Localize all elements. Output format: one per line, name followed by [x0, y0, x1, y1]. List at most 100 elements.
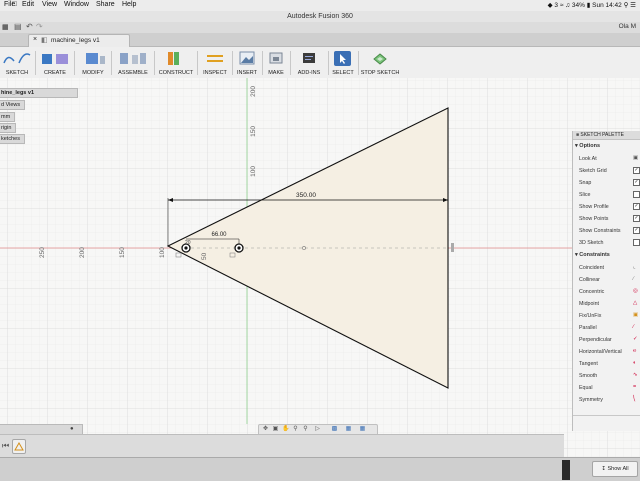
constraint-equal[interactable]: Equal	[579, 385, 593, 391]
midpoint-icon[interactable]: △	[633, 300, 639, 306]
user-name[interactable]: Ola M	[619, 23, 636, 30]
select-menu-button[interactable]: SELECT	[329, 49, 357, 76]
menu-help[interactable]: Help	[122, 1, 136, 8]
zoom-window-icon[interactable]: ⚲	[302, 426, 309, 433]
horizontal-vertical-icon[interactable]: ℮	[633, 348, 639, 354]
insert-menu-button[interactable]: INSERT	[233, 49, 261, 76]
constraint-concentric[interactable]: Concentric	[579, 289, 604, 295]
collinear-icon[interactable]: ∕	[633, 276, 639, 282]
browser-item-named-views[interactable]: d Views	[0, 100, 26, 110]
constraint-smooth[interactable]: Smooth	[579, 373, 597, 379]
inspect-menu-button[interactable]: INSPECT	[199, 49, 231, 76]
zoom-icon[interactable]: ⚲	[292, 426, 299, 433]
constraint-symmetry[interactable]: Symmetry	[579, 397, 603, 403]
toolbar-divider	[154, 51, 155, 75]
app-grid-icon[interactable]: ▦	[2, 23, 9, 31]
vertex-point[interactable]	[184, 246, 188, 250]
option-sketch-grid: Sketch Grid	[579, 168, 607, 174]
timeline-sketch-feature[interactable]	[12, 439, 26, 454]
browser-item-sketches[interactable]: ketches	[0, 134, 25, 144]
show-points-checkbox[interactable]: ✓	[633, 215, 640, 222]
lock-icon[interactable]: ▣	[633, 312, 639, 318]
construct-menu-button[interactable]: CONSTRUCT	[156, 49, 196, 76]
modify-menu-button[interactable]: MODIFY	[76, 49, 110, 76]
palette-grip-icon[interactable]: ■	[576, 132, 579, 138]
show-constraints-checkbox[interactable]: ✓	[633, 227, 640, 234]
wifi-icon[interactable]: ≈	[560, 2, 564, 9]
offset-dimension-text[interactable]: 66.00	[211, 232, 227, 238]
look-at-nav-icon[interactable]: ▣	[272, 426, 279, 433]
dropbox-icon[interactable]: ◆	[548, 2, 553, 9]
menu-view[interactable]: View	[42, 1, 57, 8]
perpendicular-icon[interactable]: ✓	[633, 336, 639, 342]
orbit-icon[interactable]: ✥	[262, 426, 269, 433]
parallel-icon[interactable]: ∕	[633, 324, 639, 330]
slice-checkbox[interactable]	[633, 191, 640, 198]
width-dimension-text[interactable]: 350.00	[296, 192, 316, 199]
close-tab-icon[interactable]: ×	[33, 36, 37, 43]
sketch-menu-button[interactable]: SKETCH	[0, 49, 34, 76]
smooth-icon[interactable]: ∿	[633, 372, 639, 378]
viewports-icon[interactable]: ▦	[359, 426, 366, 433]
undo-icon[interactable]: ↶	[26, 22, 33, 31]
panel-toggle-icon[interactable]: ●	[70, 426, 74, 432]
modify-label: MODIFY	[82, 70, 104, 76]
options-section-header[interactable]: ▾ Options	[575, 143, 600, 149]
sketch-grid-checkbox[interactable]: ✓	[633, 167, 640, 174]
snap-checkbox[interactable]: ✓	[633, 179, 640, 186]
volume-icon[interactable]: ♫	[565, 2, 570, 9]
browser-item-label: rigin	[1, 125, 12, 131]
menu-edit[interactable]: Edit	[22, 1, 34, 8]
constraint-horizontal-vertical[interactable]: Horizontal/Vertical	[579, 349, 622, 355]
scroll-handle[interactable]	[562, 460, 570, 480]
constraint-parallel[interactable]: Parallel	[579, 325, 597, 331]
grid-settings-icon[interactable]: ▦	[345, 426, 352, 433]
browser-item-origin[interactable]: rigin	[0, 123, 17, 133]
menu-share[interactable]: Share	[96, 1, 115, 8]
option-show-constraints: Show Constraints	[579, 228, 621, 234]
symmetry-icon[interactable]: ⎝	[633, 396, 639, 402]
constraint-perpendicular[interactable]: Perpendicular	[579, 337, 612, 343]
3d-sketch-checkbox[interactable]	[633, 239, 640, 246]
coincident-icon[interactable]: ⌞	[633, 264, 639, 270]
sketch-palette-header[interactable]: ■ SKETCH PALETTE	[573, 131, 640, 140]
show-all-button[interactable]: ↧ Show All	[592, 461, 638, 477]
tangent-icon[interactable]: ◐	[633, 360, 639, 366]
fit-view-icon[interactable]: ▷	[314, 426, 321, 433]
equal-icon[interactable]: =	[633, 384, 639, 390]
sketch-canvas[interactable]: 350.00 66.00 20 250 200 150 100 50 200 1…	[0, 78, 640, 457]
file-icon[interactable]: ▤	[14, 22, 22, 31]
battery-icon[interactable]: ▮	[587, 2, 591, 9]
concentric-icon[interactable]: ◎	[633, 288, 639, 294]
make-menu-button[interactable]: MAKE	[263, 49, 289, 76]
redo-icon[interactable]: ↷	[36, 22, 43, 31]
search-icon[interactable]: ⚲	[624, 2, 629, 9]
hole-center-point[interactable]	[237, 246, 241, 250]
menu-list-icon[interactable]: ☰	[630, 2, 636, 9]
browser-item-units[interactable]: mm	[0, 112, 16, 122]
clock[interactable]: Sun 14:42	[592, 2, 622, 9]
menu-file[interactable]: File	[4, 1, 15, 8]
timeline-rewind-icon[interactable]: ⏮	[2, 441, 9, 451]
display-settings-icon[interactable]: ▩	[331, 426, 338, 433]
browser-item-label: mm	[1, 114, 11, 120]
constraint-collinear[interactable]: Collinear	[579, 277, 600, 283]
stop-sketch-button[interactable]: STOP SKETCH	[359, 49, 401, 76]
create-menu-button[interactable]: CREATE	[37, 49, 73, 76]
viewport-svg[interactable]: 350.00 66.00 20 250 200 150 100 50 200 1…	[0, 78, 640, 457]
sketch-palette-title: SKETCH PALETTE	[580, 132, 624, 138]
pan-hand-icon[interactable]: ✋	[282, 426, 289, 433]
document-tab[interactable]: × ◧ machine_legs v1	[28, 34, 130, 47]
constraint-tangent[interactable]: Tangent	[579, 361, 598, 367]
addins-menu-button[interactable]: ADD-INS	[291, 49, 327, 76]
look-at-icon[interactable]: ▣	[633, 155, 639, 161]
browser-root-item[interactable]: hine_legs v1	[0, 88, 78, 98]
constraint-midpoint[interactable]: Midpoint	[579, 301, 599, 307]
toolbar-divider	[197, 51, 198, 75]
constraint-fix-unfix[interactable]: Fix/UnFix	[579, 313, 601, 319]
constraints-section-header[interactable]: ▾ Constraints	[575, 252, 610, 258]
assemble-menu-button[interactable]: ASSEMBLE	[113, 49, 153, 76]
menu-window[interactable]: Window	[64, 1, 89, 8]
constraint-coincident[interactable]: Coincident	[579, 265, 604, 271]
show-profile-checkbox[interactable]: ✓	[633, 203, 640, 210]
